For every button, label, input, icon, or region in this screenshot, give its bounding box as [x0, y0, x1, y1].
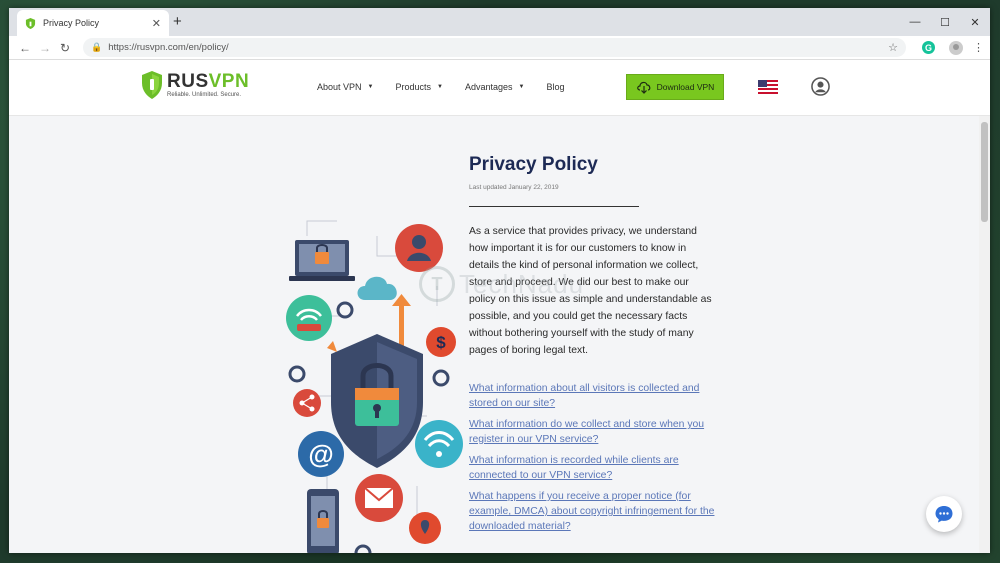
- profile-avatar-icon[interactable]: [949, 40, 963, 55]
- mail-envelope-icon: [355, 474, 403, 522]
- faq-link-register-info[interactable]: What information do we collect and store…: [469, 417, 719, 447]
- url-field[interactable]: 🔒 https://rusvpn.com/en/policy/ ☆: [83, 38, 906, 57]
- grammarly-extension-icon[interactable]: G: [922, 41, 935, 54]
- reload-icon[interactable]: ↻: [55, 41, 75, 55]
- page-title: Privacy Policy: [469, 154, 598, 175]
- dollar-coin-icon: $: [426, 327, 456, 357]
- tab-bar: Privacy Policy ✕ + — ☐ ✕: [9, 8, 990, 36]
- phone-lock-icon: [307, 489, 339, 553]
- nav-advantages[interactable]: Advantages ▼: [465, 82, 525, 92]
- technadu-watermark: T TechNadu: [419, 266, 584, 302]
- lock-icon: 🔒: [91, 42, 103, 52]
- url-text: https://rusvpn.com/en/policy/: [108, 42, 229, 53]
- email-at-icon: @: [298, 431, 344, 477]
- chat-bubble-icon: [935, 506, 953, 523]
- user-account-icon[interactable]: [811, 77, 830, 96]
- svg-text:@: @: [308, 439, 333, 469]
- caret-down-icon: ▼: [437, 84, 443, 90]
- main-nav: About VPN ▼ Products ▼ Advantages ▼ Blog: [317, 82, 586, 92]
- tab-title: Privacy Policy: [43, 18, 100, 28]
- address-bar: ← → ↻ 🔒 https://rusvpn.com/en/policy/ ☆ …: [9, 36, 990, 60]
- user-profile-icon: [395, 224, 443, 272]
- nav-blog[interactable]: Blog: [546, 82, 564, 92]
- tab-close-icon[interactable]: ✕: [152, 17, 161, 30]
- laptop-lock-icon: [289, 240, 355, 281]
- new-tab-button[interactable]: +: [173, 13, 182, 30]
- gear-icon: [288, 365, 306, 383]
- page-scrollbar[interactable]: [979, 116, 990, 553]
- faq-link-visitors-info[interactable]: What information about all visitors is c…: [469, 381, 719, 411]
- gear-icon: [354, 544, 372, 553]
- svg-text:$: $: [436, 333, 446, 352]
- nav-about-vpn[interactable]: About VPN ▼: [317, 82, 373, 92]
- download-vpn-button[interactable]: Download VPN: [626, 74, 724, 100]
- logo-tagline: Reliable. Unlimited. Secure.: [167, 91, 242, 98]
- maximize-button[interactable]: ☐: [930, 8, 960, 36]
- gear-icon: [432, 369, 450, 387]
- browser-window: Privacy Policy ✕ + — ☐ ✕ ← → ↻ 🔒 https:/…: [9, 8, 990, 553]
- last-updated: Last updated January 22, 2019: [469, 184, 559, 191]
- watermark-text: TechNadu: [459, 268, 585, 299]
- forward-arrow-icon[interactable]: →: [35, 41, 55, 55]
- browser-menu-icon[interactable]: ⋮: [973, 41, 984, 54]
- site-header: RUSVPN Reliable. Unlimited. Secure. Abou…: [9, 60, 990, 116]
- tab-privacy-policy[interactable]: Privacy Policy ✕: [17, 10, 169, 36]
- gear-icon: [336, 301, 354, 319]
- rusvpn-favicon-icon: [25, 17, 36, 29]
- scrollbar-thumb[interactable]: [981, 122, 988, 222]
- chat-widget-button[interactable]: [926, 496, 962, 532]
- router-wifi-icon: [286, 295, 332, 341]
- page-content: $ @ Privacy Policy Last updated January …: [9, 116, 979, 553]
- close-window-button[interactable]: ✕: [960, 8, 990, 36]
- bookmark-star-icon[interactable]: ☆: [888, 41, 898, 54]
- policy-text-column: Privacy Policy Last updated January 22, …: [469, 154, 719, 540]
- back-arrow-icon[interactable]: ←: [15, 41, 35, 55]
- watermark-logo-icon: T: [419, 266, 455, 302]
- share-icon: [293, 389, 321, 417]
- nav-products[interactable]: Products ▼: [395, 82, 442, 92]
- faq-link-dmca-notice[interactable]: What happens if you receive a proper not…: [469, 489, 719, 534]
- shield-logo-icon: [142, 71, 162, 99]
- faq-link-connection-info[interactable]: What information is recorded while clien…: [469, 453, 719, 483]
- caret-down-icon: ▼: [518, 84, 525, 90]
- logo-wordmark: RUSVPN: [167, 70, 250, 92]
- window-controls: — ☐ ✕: [900, 8, 990, 36]
- title-divider: [469, 206, 639, 207]
- us-flag-icon[interactable]: [758, 80, 778, 94]
- minimize-button[interactable]: —: [900, 8, 930, 36]
- location-pin-icon: [409, 512, 441, 544]
- wifi-signal-icon: [415, 420, 463, 468]
- faq-links: What information about all visitors is c…: [469, 381, 719, 534]
- caret-down-icon: ▼: [367, 84, 374, 90]
- rusvpn-logo[interactable]: RUSVPN Reliable. Unlimited. Secure.: [141, 71, 249, 99]
- cloud-download-icon: [636, 81, 651, 94]
